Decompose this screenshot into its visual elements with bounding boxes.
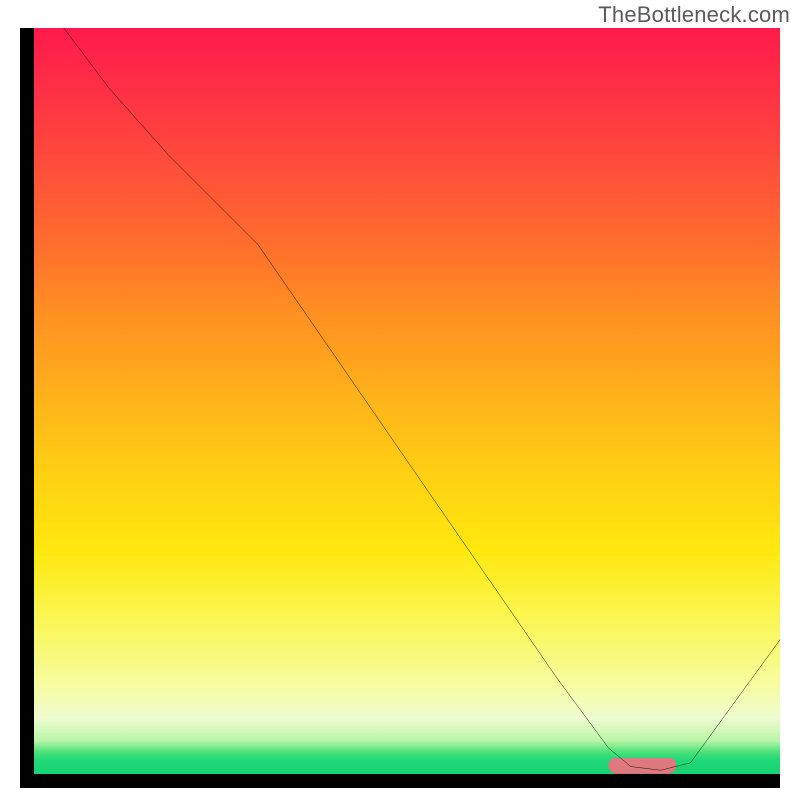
chart-axes-frame <box>20 28 780 788</box>
attribution-text: TheBottleneck.com <box>598 2 790 28</box>
